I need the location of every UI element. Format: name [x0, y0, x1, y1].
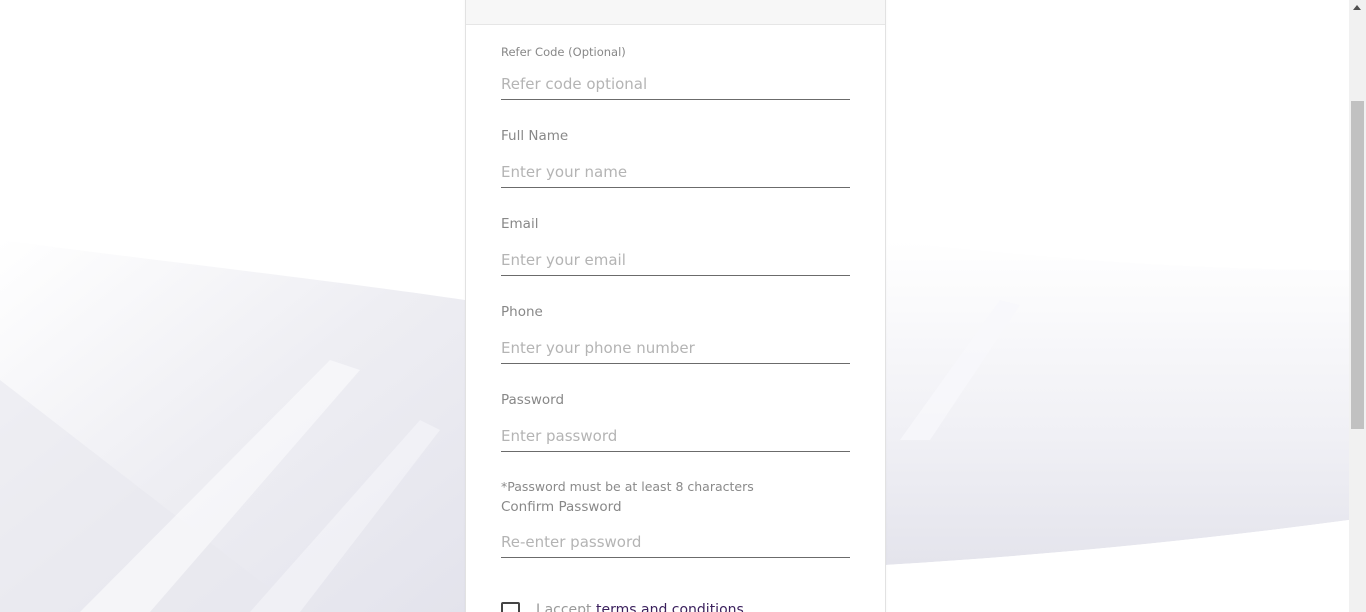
confirm-password-label: Confirm Password	[501, 499, 622, 515]
terms-text: I accept terms and conditions	[536, 602, 744, 612]
terms-link[interactable]: terms and conditions	[596, 602, 744, 612]
refer-code-label: Refer Code (Optional)	[501, 45, 626, 59]
terms-checkbox[interactable]	[501, 602, 520, 612]
scroll-thumb[interactable]	[1351, 101, 1364, 429]
refer-code-input[interactable]	[501, 69, 850, 100]
card-header	[466, 0, 885, 25]
password-input[interactable]	[501, 421, 850, 452]
phone-input[interactable]	[501, 333, 850, 364]
email-input[interactable]	[501, 245, 850, 276]
confirm-password-input[interactable]	[501, 527, 850, 558]
vertical-scrollbar[interactable]	[1349, 0, 1366, 612]
full-name-label: Full Name	[501, 128, 569, 144]
terms-prefix: I accept	[536, 602, 596, 612]
full-name-input[interactable]	[501, 157, 850, 188]
scroll-up-arrow-icon[interactable]	[1353, 5, 1361, 10]
password-label: Password	[501, 392, 565, 408]
signup-card: Refer Code (Optional) Full Name Email Ph…	[465, 0, 886, 612]
email-label: Email	[501, 216, 539, 232]
password-hint: *Password must be at least 8 characters	[501, 479, 754, 494]
page: Refer Code (Optional) Full Name Email Ph…	[0, 0, 1366, 612]
phone-label: Phone	[501, 304, 543, 320]
